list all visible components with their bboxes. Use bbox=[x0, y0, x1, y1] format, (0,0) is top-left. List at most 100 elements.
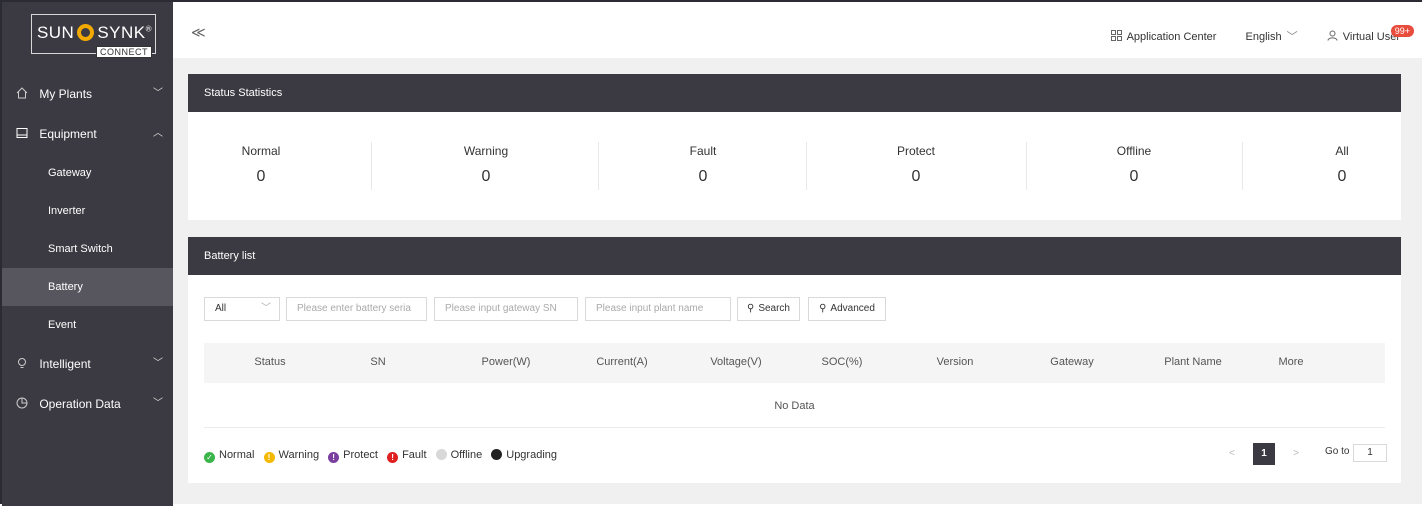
sidebar-item-my-plants[interactable]: My Plants ﹀ bbox=[2, 74, 173, 114]
logo-text-synk: SYNK bbox=[97, 23, 146, 42]
prev-page-button[interactable]: < bbox=[1221, 443, 1243, 465]
chart-icon bbox=[16, 397, 28, 409]
column-header-plant-name[interactable]: Plant Name bbox=[1162, 356, 1224, 368]
status-select[interactable]: All ﹀ bbox=[204, 297, 280, 321]
sidebar-item-inverter[interactable]: Inverter bbox=[2, 192, 173, 230]
sidebar-item-label: Battery bbox=[48, 281, 83, 293]
stat-label: Offline bbox=[1116, 144, 1152, 158]
stat-value: 0 bbox=[1337, 168, 1347, 185]
legend-label: Warning bbox=[278, 449, 320, 461]
stat-value: 0 bbox=[911, 168, 921, 185]
column-header-voltage[interactable]: Voltage(V) bbox=[708, 356, 764, 368]
column-header-gateway[interactable]: Gateway bbox=[1050, 356, 1094, 368]
sidebar-item-equipment[interactable]: Equipment ︿ bbox=[2, 114, 173, 154]
offline-circle-icon bbox=[435, 449, 447, 460]
advanced-button-label: Advanced bbox=[830, 303, 875, 314]
stat-value: 0 bbox=[698, 168, 708, 185]
sidebar-item-event[interactable]: Event bbox=[2, 306, 173, 344]
column-header-status[interactable]: Status bbox=[250, 356, 290, 368]
legend-label: Normal bbox=[219, 449, 255, 461]
warning-circle-icon: ! bbox=[263, 452, 275, 463]
application-center-label: Application Center bbox=[1126, 31, 1217, 43]
stat-fault[interactable]: Fault 0 bbox=[681, 144, 725, 186]
stat-label: Fault bbox=[689, 144, 717, 158]
legend-item-fault: ! Fault bbox=[387, 449, 427, 463]
advanced-button[interactable]: ⚲ Advanced bbox=[808, 297, 886, 321]
legend-label: Protect bbox=[343, 449, 378, 461]
stat-offline[interactable]: Offline 0 bbox=[1108, 144, 1160, 186]
protect-circle-icon: ! bbox=[328, 452, 340, 463]
sidebar-item-label: Inverter bbox=[48, 205, 86, 217]
chevron-down-icon: ﹀ bbox=[153, 398, 163, 409]
sidebar: SUN SYNK® CONNECT My Plants ﹀ Equipment ︿… bbox=[2, 2, 173, 506]
logo-wordmark: SUN SYNK® bbox=[32, 23, 157, 43]
divider bbox=[371, 142, 372, 190]
monitor-icon bbox=[16, 128, 28, 138]
sidebar-item-label: Intelligent bbox=[39, 357, 91, 371]
logo-text-sun: SUN bbox=[36, 23, 75, 42]
status-statistics-panel: Status Statistics Normal 0 Warning 0 Fault… bbox=[188, 74, 1401, 220]
application-center-link[interactable]: Application Center bbox=[1110, 30, 1217, 43]
legend-item-normal: ✓ Normal bbox=[204, 449, 254, 463]
apps-grid-icon bbox=[1110, 30, 1122, 41]
sidebar-item-gateway[interactable]: Gateway bbox=[2, 154, 173, 192]
user-menu[interactable]: Virtual User 99+ bbox=[1327, 25, 1414, 43]
user-icon bbox=[1327, 30, 1338, 41]
search-button[interactable]: ⚲ Search bbox=[737, 297, 800, 321]
chevron-down-icon: ﹀ bbox=[153, 358, 163, 369]
next-page-button[interactable]: > bbox=[1285, 443, 1307, 465]
registered-mark: ® bbox=[145, 24, 153, 34]
upgrading-circle-icon bbox=[491, 449, 503, 460]
status-stats: Normal 0 Warning 0 Fault 0 Protect 0 Offline… bbox=[188, 112, 1401, 220]
sidebar-item-label: My Plants bbox=[39, 87, 93, 101]
panel-title: Battery list bbox=[188, 237, 1401, 275]
collapse-sidebar-icon[interactable]: ≪ bbox=[191, 24, 206, 41]
stat-label: Normal bbox=[241, 144, 281, 158]
column-header-version[interactable]: Version bbox=[934, 356, 976, 368]
fault-circle-icon: ! bbox=[387, 452, 399, 463]
battery-sn-input[interactable]: Please enter battery seria bbox=[286, 297, 427, 321]
column-header-sn[interactable]: SN bbox=[366, 356, 390, 368]
legend-label: Offline bbox=[450, 449, 483, 461]
sidebar-item-operation-data[interactable]: Operation Data ﹀ bbox=[2, 384, 173, 424]
chevron-up-icon: ︿ bbox=[153, 128, 163, 139]
sun-logo-icon bbox=[77, 24, 95, 41]
notification-badge[interactable]: 99+ bbox=[1390, 25, 1414, 37]
top-right-menu: Application Center English ﹀ Virtual Use… bbox=[1085, 25, 1414, 44]
sidebar-item-label: Event bbox=[48, 319, 77, 331]
stat-label: All bbox=[1335, 144, 1349, 158]
sidebar-item-smart-switch[interactable]: Smart Switch bbox=[2, 230, 173, 268]
search-icon: ⚲ bbox=[819, 303, 827, 314]
logo: SUN SYNK® CONNECT bbox=[31, 14, 157, 58]
status-legend: ✓ Normal ! Warning ! Protect ! Fault Offline… bbox=[204, 449, 563, 463]
divider bbox=[204, 427, 1385, 428]
check-circle-icon: ✓ bbox=[204, 452, 215, 463]
home-icon bbox=[16, 87, 28, 99]
stat-protect[interactable]: Protect 0 bbox=[889, 144, 943, 186]
stat-normal[interactable]: Normal 0 bbox=[236, 144, 286, 186]
column-header-more[interactable]: More bbox=[1276, 356, 1306, 368]
goto-page-input[interactable]: 1 bbox=[1353, 444, 1387, 462]
main-content: Status Statistics Normal 0 Warning 0 Fault… bbox=[173, 58, 1422, 504]
legend-item-protect: ! Protect bbox=[328, 449, 378, 463]
stat-all[interactable]: All 0 bbox=[1326, 144, 1358, 186]
stat-warning[interactable]: Warning 0 bbox=[456, 144, 516, 186]
language-select[interactable]: English ﹀ bbox=[1246, 31, 1298, 43]
plant-name-input[interactable]: Please input plant name bbox=[585, 297, 731, 321]
column-header-power[interactable]: Power(W) bbox=[481, 356, 531, 368]
sidebar-item-battery[interactable]: Battery bbox=[2, 268, 173, 306]
sidebar-item-label: Equipment bbox=[39, 127, 97, 141]
divider bbox=[1242, 142, 1243, 190]
page-1-button[interactable]: 1 bbox=[1253, 443, 1275, 465]
chevron-down-icon: ﹀ bbox=[261, 303, 271, 314]
column-header-current[interactable]: Current(A) bbox=[594, 356, 650, 368]
column-header-soc[interactable]: SOC(%) bbox=[821, 356, 863, 368]
search-button-label: Search bbox=[758, 303, 790, 314]
sidebar-item-intelligent[interactable]: Intelligent ﹀ bbox=[2, 344, 173, 384]
stat-label: Warning bbox=[463, 144, 509, 158]
gateway-sn-input[interactable]: Please input gateway SN bbox=[434, 297, 578, 321]
sidebar-item-label: Smart Switch bbox=[48, 243, 113, 255]
search-icon: ⚲ bbox=[746, 303, 755, 314]
app-window: SUN SYNK® CONNECT My Plants ﹀ Equipment ︿… bbox=[0, 0, 1422, 506]
top-bar: ≪ Application Center English ﹀ Virtual U… bbox=[173, 2, 1422, 58]
